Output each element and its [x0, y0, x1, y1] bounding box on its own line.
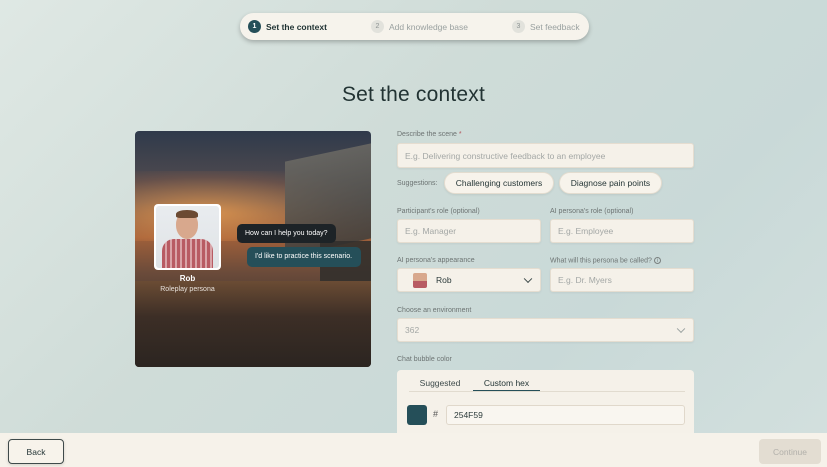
chevron-down-icon	[676, 324, 686, 334]
chevron-down-icon	[523, 274, 533, 284]
color-swatch[interactable]	[407, 405, 427, 425]
step-add-knowledge-base[interactable]: 2 Add knowledge base	[371, 20, 512, 33]
ai-chat-bubble: How can I help you today?	[237, 224, 336, 243]
step-label: Set feedback	[530, 21, 580, 32]
suggestion-chip-challenging-customers[interactable]: Challenging customers	[444, 172, 554, 194]
avatar-photo	[156, 206, 219, 268]
scene-input[interactable]: E.g. Delivering constructive feedback to…	[397, 143, 694, 168]
progress-stepper: 1 Set the context 2 Add knowledge base 3…	[240, 13, 589, 40]
participant-role-label: Participant's role (optional)	[397, 208, 480, 215]
step-number: 2	[371, 20, 384, 33]
persona-preview: Rob Roleplay persona How can I help you …	[135, 131, 371, 367]
step-number: 3	[512, 20, 525, 33]
appearance-label: AI persona's appearance	[397, 257, 475, 264]
footer-bar	[0, 433, 827, 467]
environment-label: Choose an environment	[397, 307, 472, 314]
ai-role-label: AI persona's role (optional)	[550, 208, 634, 215]
bubble-color-label: Chat bubble color	[397, 356, 452, 363]
step-set-context[interactable]: 1 Set the context	[248, 20, 371, 33]
avatar	[154, 204, 221, 270]
environment-value: 362	[405, 325, 420, 335]
continue-button[interactable]: Continue	[759, 439, 821, 464]
tab-suggested[interactable]: Suggested	[419, 378, 461, 391]
appearance-select[interactable]: Rob	[397, 268, 541, 292]
persona-called-label: What will this persona be called? i	[550, 257, 661, 264]
appearance-value: Rob	[436, 275, 452, 285]
participant-role-input[interactable]: E.g. Manager	[397, 219, 541, 243]
scene-label: Describe the scene *	[397, 131, 462, 138]
user-chat-bubble: I'd like to practice this scenario.	[247, 247, 361, 267]
suggestion-chip-diagnose-pain-points[interactable]: Diagnose pain points	[559, 172, 662, 194]
hash-label: #	[433, 409, 439, 419]
hex-input[interactable]: 254F59	[446, 405, 685, 425]
bubble-color-panel: Suggested Custom hex # 254F59	[397, 370, 694, 440]
persona-thumbnail	[413, 272, 427, 288]
background-cliff	[135, 281, 371, 367]
persona-name: Rob	[179, 274, 196, 283]
page-title: Set the context	[341, 83, 486, 106]
step-number: 1	[248, 20, 261, 33]
suggestions-label: Suggestions:	[397, 180, 438, 187]
environment-select[interactable]: 362	[397, 318, 694, 342]
step-set-feedback[interactable]: 3 Set feedback	[512, 20, 580, 33]
tab-custom-hex[interactable]: Custom hex	[473, 378, 540, 391]
persona-role: Roleplay persona	[160, 286, 215, 293]
step-label: Add knowledge base	[389, 21, 468, 32]
persona-called-input[interactable]: E.g. Dr. Myers	[550, 268, 694, 292]
ai-role-input[interactable]: E.g. Employee	[550, 219, 694, 243]
tab-divider	[409, 391, 685, 392]
back-button[interactable]: Back	[8, 439, 64, 464]
step-label: Set the context	[266, 21, 327, 32]
info-icon[interactable]: i	[653, 257, 661, 264]
